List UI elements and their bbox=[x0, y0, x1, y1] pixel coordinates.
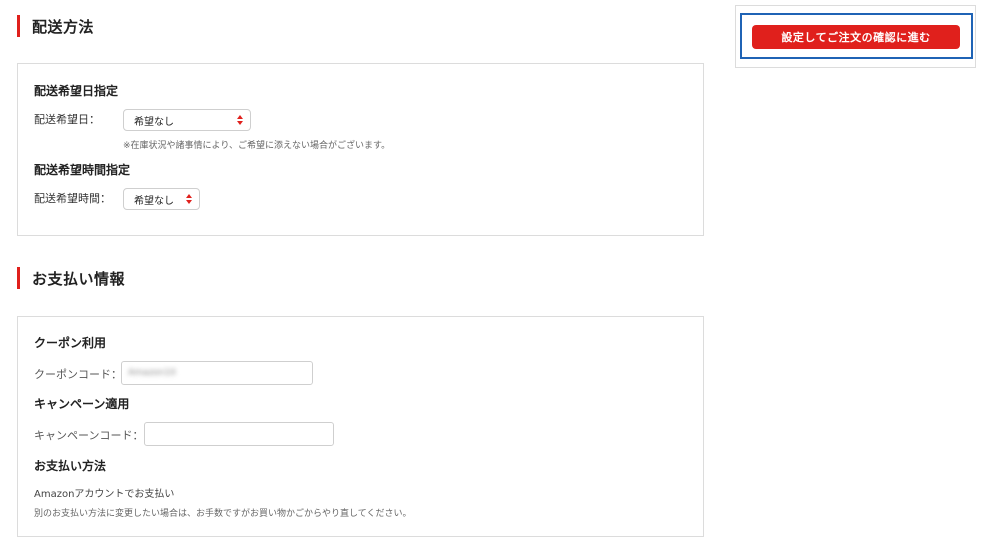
delivery-time-select[interactable]: 希望なし bbox=[123, 188, 200, 210]
campaign-label: キャンペーンコード： bbox=[34, 429, 144, 442]
delivery-date-title: 配送希望日指定 bbox=[34, 84, 119, 98]
campaign-code-input[interactable] bbox=[144, 422, 334, 446]
delivery-time-title: 配送希望時間指定 bbox=[34, 163, 131, 177]
shipping-section-heading: 配送方法 bbox=[17, 15, 94, 37]
coupon-title: クーポン利用 bbox=[34, 336, 107, 350]
delivery-time-select-value: 希望なし bbox=[134, 195, 174, 207]
payment-section-heading: お支払い情報 bbox=[17, 267, 125, 289]
delivery-date-label: 配送希望日： bbox=[34, 113, 100, 126]
coupon-code-value: Amazon10 bbox=[128, 368, 176, 378]
heading-accent-bar bbox=[17, 267, 20, 289]
confirm-order-button[interactable]: 設定してご注文の確認に進む bbox=[752, 25, 960, 49]
shipping-heading-title: 配送方法 bbox=[32, 17, 95, 36]
heading-accent-bar bbox=[17, 15, 20, 37]
coupon-label: クーポンコード： bbox=[34, 368, 122, 381]
campaign-title: キャンペーン適用 bbox=[34, 397, 130, 411]
payment-panel: クーポン利用 クーポンコード： Amazon10 キャンペーン適用 キャンペーン… bbox=[17, 316, 704, 537]
delivery-date-note: ※在庫状況や諸事情により、ご希望に添えない場合がございます。 bbox=[123, 141, 391, 151]
payment-heading-title: お支払い情報 bbox=[32, 269, 126, 288]
delivery-time-label: 配送希望時間： bbox=[34, 192, 111, 205]
select-arrows-icon bbox=[186, 193, 192, 206]
select-arrows-icon bbox=[237, 114, 243, 127]
payment-method-note: 別のお支払い方法に変更したい場合は、お手数ですがお買い物かごからやり直してくださ… bbox=[34, 509, 412, 519]
delivery-date-select-value: 希望なし bbox=[134, 116, 174, 128]
shipping-panel: 配送希望日指定 配送希望日： 希望なし ※在庫状況や諸事情により、ご希望に添えな… bbox=[17, 63, 704, 236]
coupon-code-input[interactable]: Amazon10 bbox=[121, 361, 313, 385]
payment-method-value: Amazonアカウントでお支払い bbox=[34, 489, 175, 500]
delivery-date-select[interactable]: 希望なし bbox=[123, 109, 251, 131]
payment-method-title: お支払い方法 bbox=[34, 459, 107, 473]
